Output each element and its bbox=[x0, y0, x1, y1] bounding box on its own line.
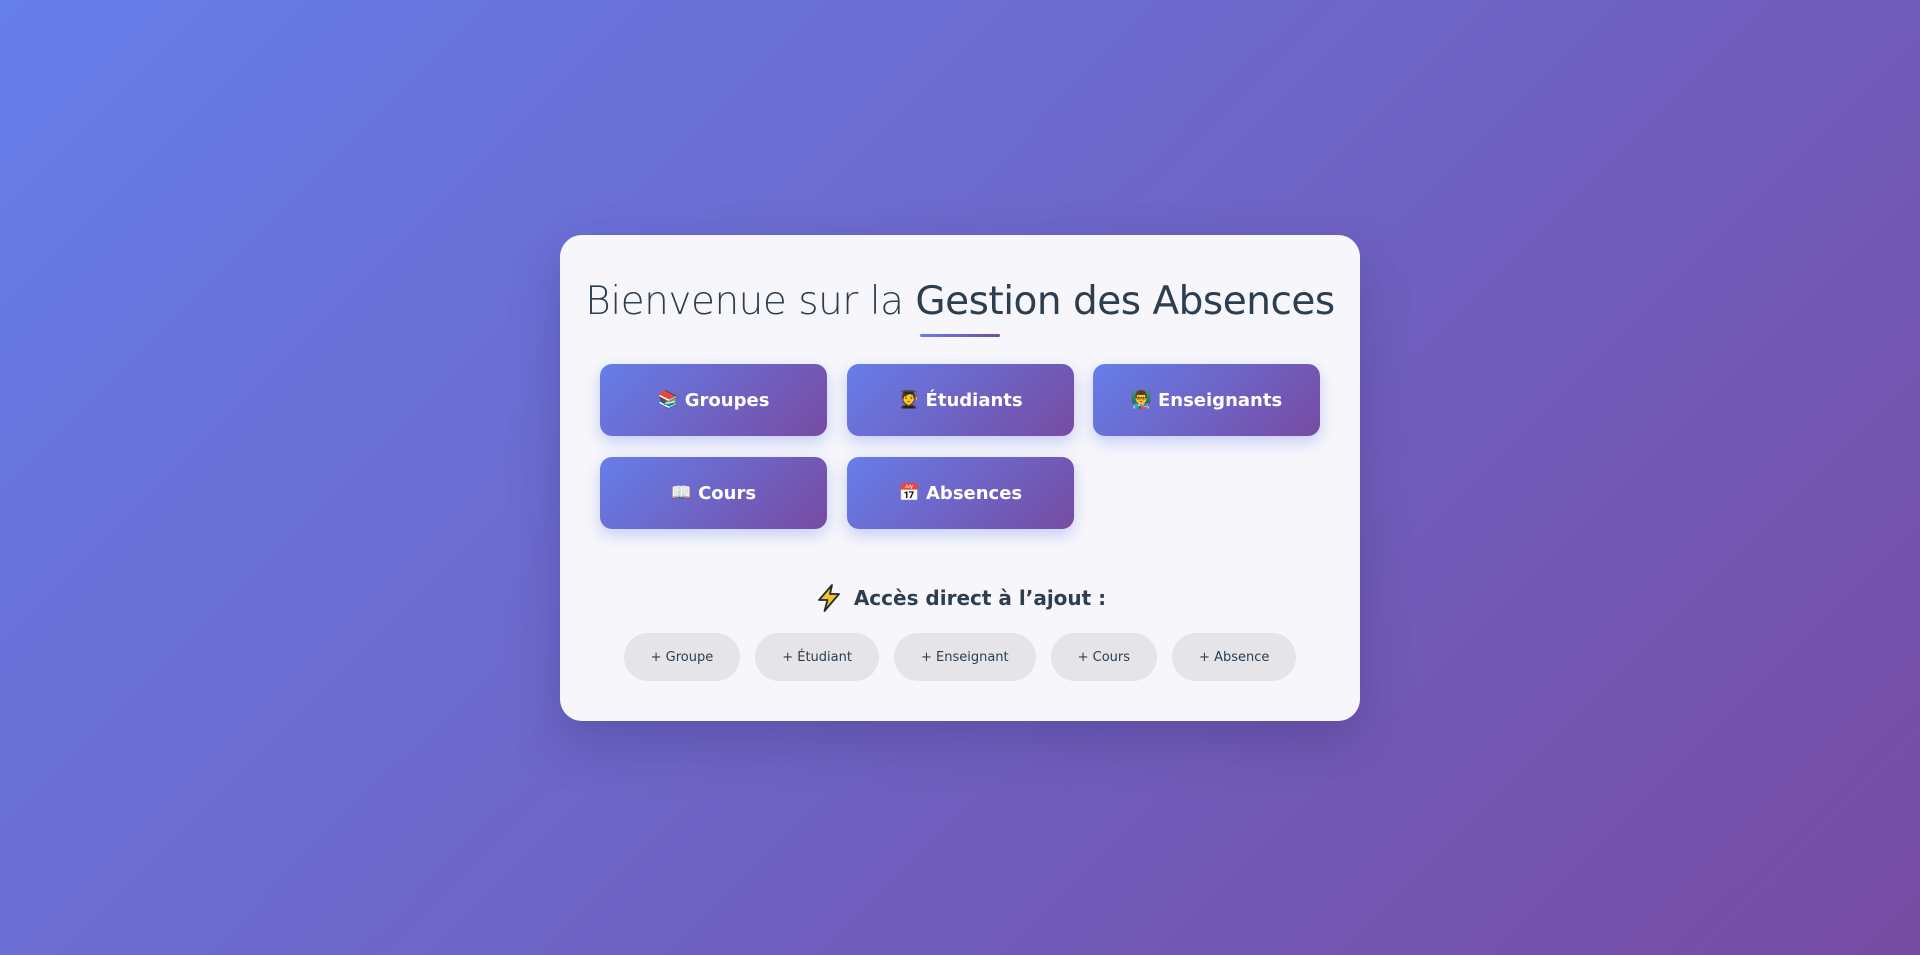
quick-add-heading: Accès direct à l’ajout : bbox=[560, 583, 1360, 613]
groupes-label: Groupes bbox=[684, 389, 770, 411]
groupes-button[interactable]: 📚 Groupes bbox=[600, 364, 827, 436]
enseignants-label: Enseignants bbox=[1157, 389, 1283, 411]
page-title: Bienvenue sur la Gestion des Absences bbox=[560, 279, 1360, 324]
main-card: Bienvenue sur la Gestion des Absences 📚 … bbox=[560, 235, 1360, 721]
title-underline bbox=[920, 334, 1000, 337]
add-etudiant-button[interactable]: + Étudiant bbox=[755, 633, 879, 681]
add-absence-button[interactable]: + Absence bbox=[1172, 633, 1297, 681]
title-emphasis: Gestion des Absences bbox=[915, 279, 1335, 324]
cours-label: Cours bbox=[698, 482, 757, 504]
add-groupe-button[interactable]: + Groupe bbox=[623, 633, 741, 681]
books-icon: 📚 bbox=[657, 389, 679, 410]
open-book-icon: 📖 bbox=[670, 482, 693, 503]
title-prefix: Bienvenue sur la bbox=[585, 279, 916, 324]
quick-add-buttons: + Groupe + Étudiant + Enseignant + Cours… bbox=[560, 633, 1360, 681]
enseignants-button[interactable]: 👨‍🏫 Enseignants bbox=[1093, 364, 1320, 436]
lightning-icon bbox=[817, 584, 840, 612]
add-cours-button[interactable]: + Cours bbox=[1050, 633, 1158, 681]
cours-button[interactable]: 📖 Cours bbox=[600, 457, 827, 529]
etudiants-label: Étudiants bbox=[925, 389, 1023, 411]
absences-button[interactable]: 📅 Absences bbox=[847, 457, 1074, 529]
etudiants-button[interactable]: 🧑‍🎓 Étudiants bbox=[847, 364, 1074, 436]
add-enseignant-button[interactable]: + Enseignant bbox=[893, 633, 1036, 681]
quick-add-heading-text: Accès direct à l’ajout : bbox=[853, 586, 1107, 610]
teacher-icon: 👨‍🏫 bbox=[1130, 389, 1152, 410]
student-icon: 🧑‍🎓 bbox=[898, 389, 920, 410]
calendar-icon: 📅 bbox=[898, 482, 920, 503]
absences-label: Absences bbox=[926, 482, 1023, 504]
